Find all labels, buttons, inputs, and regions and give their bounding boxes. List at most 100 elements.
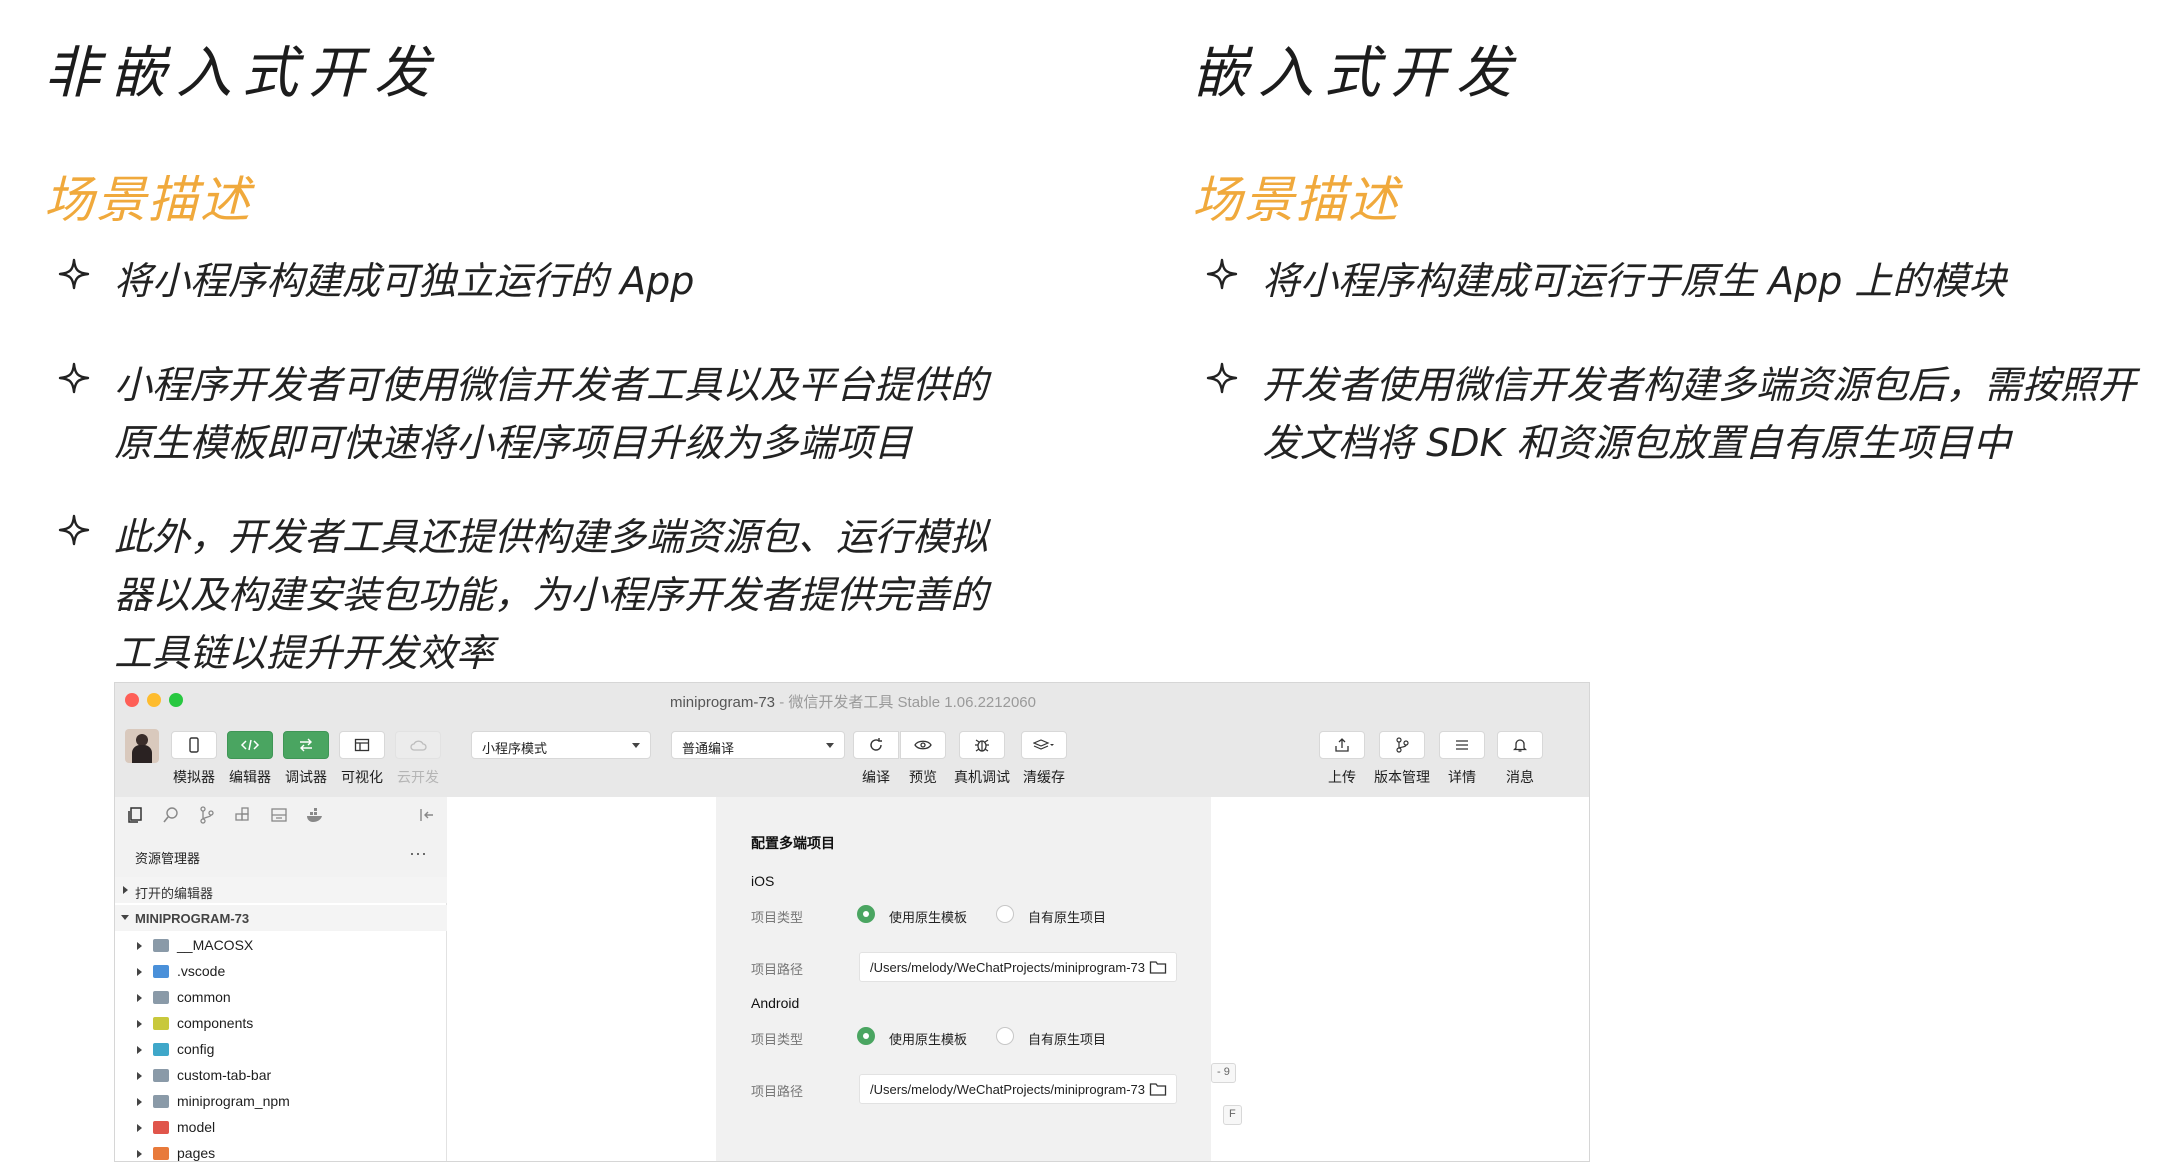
chevron-down-icon xyxy=(826,743,834,748)
ios-template-option: 使用原生模板 xyxy=(889,910,968,925)
messages-button[interactable] xyxy=(1497,731,1543,759)
debugger-button[interactable] xyxy=(283,731,329,759)
folder-icon xyxy=(153,1069,169,1082)
explorer-header: 资源管理器 ··· xyxy=(115,833,447,877)
simulator-button[interactable] xyxy=(171,731,217,759)
main-toolbar: 模拟器 编辑器 调试器 可视化 云开发 小程序模式 普通编译 编译 预览 真机调… xyxy=(115,717,1589,797)
collapse-panel-icon[interactable] xyxy=(417,805,437,825)
folder-icon[interactable] xyxy=(1149,1081,1167,1097)
left-bullet-1: 将小程序构建成可独立运行的 App xyxy=(114,259,695,303)
sparkle-icon xyxy=(1206,258,1238,290)
docker-icon[interactable] xyxy=(305,805,325,825)
editor-label: 编辑器 xyxy=(229,769,271,785)
android-own-radio[interactable] xyxy=(996,1027,1014,1045)
visual-label: 可视化 xyxy=(341,769,383,785)
search-icon[interactable] xyxy=(161,805,181,825)
bug-icon xyxy=(975,739,989,752)
preview-button[interactable] xyxy=(900,731,946,759)
shortcut-keycap: F xyxy=(1223,1105,1242,1125)
folder-icon xyxy=(153,965,169,978)
mode-select[interactable]: 小程序模式 xyxy=(471,731,651,759)
panel-title: 配置多端项目 xyxy=(751,835,835,851)
remote-debug-button[interactable] xyxy=(959,731,1005,759)
android-type-label: 项目类型 xyxy=(751,1032,804,1047)
ios-template-radio[interactable] xyxy=(857,905,875,923)
android-template-radio[interactable] xyxy=(857,1027,875,1045)
folder-icon xyxy=(153,1095,169,1108)
sparkle-icon xyxy=(58,258,90,290)
shortcut-keycap: - 9 xyxy=(1211,1063,1236,1083)
file-tree-item-label: model xyxy=(177,1119,216,1135)
preview-label: 预览 xyxy=(909,769,937,785)
visual-button[interactable] xyxy=(339,731,385,759)
explorer-title: 资源管理器 xyxy=(135,851,201,866)
version-button[interactable] xyxy=(1379,731,1425,759)
upload-label: 上传 xyxy=(1328,769,1356,785)
details-button[interactable] xyxy=(1439,731,1485,759)
refresh-icon xyxy=(870,738,882,751)
file-tree-item-label: custom-tab-bar xyxy=(177,1067,272,1083)
android-path-input[interactable]: /Users/melody/WeChatProjects/miniprogram… xyxy=(859,1074,1177,1104)
bell-icon xyxy=(1513,739,1527,752)
compile-select[interactable]: 普通编译 xyxy=(671,731,845,759)
file-tree-item[interactable]: miniprogram_npm xyxy=(115,1089,447,1115)
android-template-option: 使用原生模板 xyxy=(889,1032,968,1047)
clear-cache-button[interactable] xyxy=(1021,731,1067,759)
folder-icon xyxy=(153,1121,169,1134)
upload-icon xyxy=(1335,738,1349,752)
avatar[interactable] xyxy=(125,729,159,763)
file-tree-item[interactable]: config xyxy=(115,1037,447,1063)
ios-path-label: 项目路径 xyxy=(751,962,804,977)
eye-icon xyxy=(914,740,932,750)
folder-icon xyxy=(153,1017,169,1030)
folder-icon xyxy=(153,939,169,952)
compile-button[interactable] xyxy=(853,731,899,759)
project-group[interactable]: MINIPROGRAM-73 xyxy=(115,905,447,931)
file-tree-item[interactable]: .vscode xyxy=(115,959,447,985)
left-bullet-2: 小程序开发者可使用微信开发者工具以及平台提供的 原生模板即可快速将小程序项目升级为… xyxy=(114,363,989,465)
file-tree-item-label: pages xyxy=(177,1145,216,1161)
upload-button[interactable] xyxy=(1319,731,1365,759)
ios-heading: iOS xyxy=(751,873,775,889)
git-icon[interactable] xyxy=(197,805,217,825)
right-bullet-1: 将小程序构建成可运行于原生 App 上的模块 xyxy=(1262,259,2007,303)
debugger-label: 调试器 xyxy=(285,769,327,785)
chevron-right-icon xyxy=(137,1020,142,1028)
more-icon[interactable]: ··· xyxy=(409,843,427,864)
multiplatform-config-panel: 配置多端项目 iOS 项目类型 使用原生模板 自有原生项目 项目路径 /User… xyxy=(716,797,1211,1161)
ios-own-radio[interactable] xyxy=(996,905,1014,923)
left-title: 非嵌入式开发 xyxy=(44,41,440,106)
chevron-down-icon xyxy=(121,915,129,920)
messages-label: 消息 xyxy=(1506,769,1534,785)
sidebar-icon-bar xyxy=(115,797,447,833)
file-tree-item[interactable]: __MACOSX xyxy=(115,933,447,959)
phone-icon xyxy=(189,737,199,753)
folder-icon xyxy=(153,1043,169,1056)
folder-icon xyxy=(153,1147,169,1160)
android-own-option: 自有原生项目 xyxy=(1028,1032,1107,1047)
details-label: 详情 xyxy=(1448,769,1476,785)
cloud-icon xyxy=(410,740,427,751)
folder-icon[interactable] xyxy=(1149,959,1167,975)
editor-button[interactable] xyxy=(227,731,273,759)
chevron-right-icon xyxy=(137,1072,142,1080)
cloud-dev-button[interactable] xyxy=(395,731,441,759)
file-tree-item[interactable]: components xyxy=(115,1011,447,1037)
files-icon[interactable] xyxy=(125,805,145,825)
file-tree-item[interactable]: model xyxy=(115,1115,447,1141)
open-editors-group[interactable]: 打开的编辑器 xyxy=(115,877,447,903)
chevron-right-icon xyxy=(137,1124,142,1132)
storage-icon[interactable] xyxy=(269,805,289,825)
extensions-icon[interactable] xyxy=(233,805,253,825)
file-tree-item[interactable]: custom-tab-bar xyxy=(115,1063,447,1089)
window-titlebar: miniprogram-73 - 微信开发者工具 Stable 1.06.221… xyxy=(115,683,1589,717)
chevron-right-icon xyxy=(137,1150,142,1158)
explorer-sidebar: 资源管理器 ··· 打开的编辑器 MINIPROGRAM-73 __MACOSX… xyxy=(115,797,447,1161)
ios-path-input[interactable]: /Users/melody/WeChatProjects/miniprogram… xyxy=(859,952,1177,982)
file-tree-item[interactable]: pages xyxy=(115,1141,447,1161)
simulator-label: 模拟器 xyxy=(173,769,215,785)
file-tree-item[interactable]: common xyxy=(115,985,447,1011)
ios-own-option: 自有原生项目 xyxy=(1028,910,1107,925)
chevron-right-icon xyxy=(137,994,142,1002)
window-title: miniprogram-73 - 微信开发者工具 Stable 1.06.221… xyxy=(669,694,1036,711)
